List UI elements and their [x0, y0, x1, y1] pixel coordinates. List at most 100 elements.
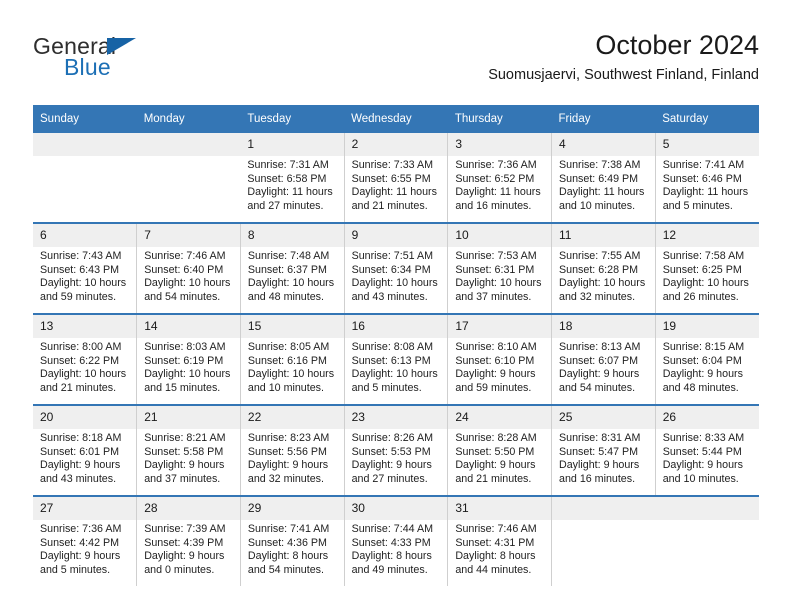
calendar-day-cell[interactable]: 3 Sunrise: 7:36 AM Sunset: 6:52 PM Daylight… — [447, 133, 553, 223]
weekday-header-friday: Friday — [551, 105, 656, 133]
logo-text-blue: Blue — [64, 54, 111, 80]
day-sun-info: Sunrise: 7:36 AM Sunset: 6:52 PM Daylight:… — [448, 156, 551, 213]
daylight-text: Daylight: 10 hours and 10 minutes. — [247, 368, 335, 394]
sunrise-text: Sunrise: 7:53 AM — [455, 250, 537, 262]
daylight-text: Daylight: 10 hours and 15 minutes. — [144, 368, 231, 394]
day-sun-info: Sunrise: 8:28 AM Sunset: 5:50 PM Daylight:… — [448, 429, 551, 486]
calendar-day-cell[interactable]: 18 Sunrise: 8:13 AM Sunset: 6:07 PM Dayligh… — [551, 313, 656, 405]
day-number: 5 — [655, 133, 759, 156]
calendar-day-cell[interactable]: 9 Sunrise: 7:51 AM Sunset: 6:34 PM Daylight… — [344, 222, 449, 314]
day-sun-info: Sunrise: 8:10 AM Sunset: 6:10 PM Daylight:… — [448, 338, 551, 395]
day-sun-info: Sunrise: 8:33 AM Sunset: 5:44 PM Daylight:… — [656, 429, 759, 486]
day-number: 21 — [137, 406, 240, 429]
calendar-day-cell[interactable]: 5 Sunrise: 7:41 AM Sunset: 6:46 PM Daylight… — [655, 133, 759, 223]
day-sun-info: Sunrise: 8:05 AM Sunset: 6:16 PM Daylight:… — [241, 338, 344, 395]
calendar-day-cell[interactable]: 25 Sunrise: 8:31 AM Sunset: 5:47 PM Dayligh… — [551, 404, 656, 496]
day-number: 18 — [552, 315, 655, 338]
calendar-day-cell[interactable]: 13 Sunrise: 8:00 AM Sunset: 6:22 PM Dayligh… — [33, 313, 138, 405]
day-sun-info: Sunrise: 8:23 AM Sunset: 5:56 PM Daylight:… — [241, 429, 344, 486]
weekday-header-wednesday: Wednesday — [344, 105, 448, 133]
day-number: 10 — [448, 224, 552, 247]
calendar-day-cell-empty — [551, 495, 656, 586]
calendar-day-cell[interactable]: 27 Sunrise: 7:36 AM Sunset: 4:42 PM Dayligh… — [33, 495, 138, 586]
sunrise-text: Sunrise: 8:26 AM — [351, 432, 433, 444]
calendar-day-cell[interactable]: 31 Sunrise: 7:46 AM Sunset: 4:31 PM Dayligh… — [447, 495, 553, 586]
sunrise-text: Sunrise: 8:23 AM — [247, 432, 330, 444]
calendar-page: General Blue October 2024 Suomusjaervi, … — [0, 0, 792, 612]
calendar-day-cell[interactable]: 10 Sunrise: 7:53 AM Sunset: 6:31 PM Dayligh… — [447, 222, 553, 314]
calendar-day-cell[interactable]: 19 Sunrise: 8:15 AM Sunset: 6:04 PM Dayligh… — [655, 313, 759, 405]
daylight-text: Daylight: 9 hours and 27 minutes. — [351, 459, 432, 485]
sunset-text: Sunset: 6:16 PM — [247, 354, 327, 367]
day-sun-info: Sunrise: 7:53 AM Sunset: 6:31 PM Daylight:… — [448, 247, 551, 304]
calendar-day-cell[interactable]: 26 Sunrise: 8:33 AM Sunset: 5:44 PM Dayligh… — [655, 404, 759, 496]
general-blue-logo[interactable]: General Blue — [33, 33, 233, 89]
sunset-text: Sunset: 6:49 PM — [559, 172, 639, 185]
day-number: 6 — [33, 224, 137, 247]
sunrise-text: Sunrise: 7:51 AM — [351, 250, 433, 262]
calendar-day-cell[interactable]: 7 Sunrise: 7:46 AM Sunset: 6:40 PM Daylight… — [136, 222, 241, 314]
logo-triangle-icon — [107, 38, 136, 55]
daylight-text: Daylight: 9 hours and 5 minutes. — [40, 550, 121, 576]
sunset-text: Sunset: 6:07 PM — [559, 354, 639, 367]
calendar-week-row: 20 Sunrise: 8:18 AM Sunset: 6:01 PM Dayligh… — [33, 404, 759, 496]
sunrise-text: Sunrise: 8:21 AM — [144, 432, 226, 444]
calendar-day-cell[interactable]: 17 Sunrise: 8:10 AM Sunset: 6:10 PM Dayligh… — [447, 313, 553, 405]
sunset-text: Sunset: 6:25 PM — [662, 263, 742, 276]
day-sun-info: Sunrise: 7:58 AM Sunset: 6:25 PM Daylight:… — [656, 247, 759, 304]
day-number — [33, 133, 137, 156]
day-sun-info: Sunrise: 8:31 AM Sunset: 5:47 PM Daylight:… — [552, 429, 655, 486]
calendar-day-cell-empty — [655, 495, 759, 586]
daylight-text: Daylight: 10 hours and 43 minutes. — [351, 277, 438, 303]
daylight-text: Daylight: 11 hours and 5 minutes. — [662, 186, 749, 212]
calendar-day-cell[interactable]: 12 Sunrise: 7:58 AM Sunset: 6:25 PM Dayligh… — [655, 222, 759, 314]
daylight-text: Daylight: 10 hours and 32 minutes. — [559, 277, 646, 303]
calendar-day-cell[interactable]: 4 Sunrise: 7:38 AM Sunset: 6:49 PM Daylight… — [551, 133, 656, 223]
day-number: 12 — [655, 224, 759, 247]
calendar-day-cell[interactable]: 6 Sunrise: 7:43 AM Sunset: 6:43 PM Daylight… — [33, 222, 138, 314]
calendar-day-cell[interactable]: 28 Sunrise: 7:39 AM Sunset: 4:39 PM Dayligh… — [136, 495, 241, 586]
calendar-day-cell[interactable]: 22 Sunrise: 8:23 AM Sunset: 5:56 PM Dayligh… — [240, 404, 345, 496]
sunset-text: Sunset: 6:55 PM — [351, 172, 431, 185]
sunset-text: Sunset: 6:22 PM — [40, 354, 120, 367]
calendar-day-cell[interactable]: 2 Sunrise: 7:33 AM Sunset: 6:55 PM Daylight… — [344, 133, 449, 223]
sunset-text: Sunset: 6:01 PM — [40, 445, 120, 458]
sunrise-sunset-calendar-table: Sunday Monday Tuesday Wednesday Thursday… — [33, 105, 759, 586]
calendar-day-cell[interactable]: 15 Sunrise: 8:05 AM Sunset: 6:16 PM Dayligh… — [240, 313, 345, 405]
daylight-text: Daylight: 9 hours and 32 minutes. — [247, 459, 329, 485]
day-sun-info: Sunrise: 8:13 AM Sunset: 6:07 PM Daylight:… — [552, 338, 655, 395]
page-header: General Blue October 2024 Suomusjaervi, … — [33, 28, 759, 96]
daylight-text: Daylight: 11 hours and 16 minutes. — [455, 186, 541, 212]
sunrise-text: Sunrise: 7:31 AM — [247, 159, 329, 171]
calendar-day-cell[interactable]: 24 Sunrise: 8:28 AM Sunset: 5:50 PM Dayligh… — [447, 404, 553, 496]
day-number: 27 — [33, 497, 137, 520]
calendar-day-cell[interactable]: 11 Sunrise: 7:55 AM Sunset: 6:28 PM Dayligh… — [551, 222, 656, 314]
sunset-text: Sunset: 4:39 PM — [144, 536, 224, 549]
calendar-day-cell[interactable]: 30 Sunrise: 7:44 AM Sunset: 4:33 PM Dayligh… — [344, 495, 449, 586]
calendar-day-cell[interactable]: 14 Sunrise: 8:03 AM Sunset: 6:19 PM Dayligh… — [136, 313, 241, 405]
page-subtitle: Suomusjaervi, Southwest Finland, Finland — [488, 67, 759, 83]
sunrise-text: Sunrise: 8:18 AM — [40, 432, 122, 444]
sunset-text: Sunset: 6:28 PM — [559, 263, 639, 276]
sunrise-text: Sunrise: 7:41 AM — [247, 523, 330, 535]
day-sun-info: Sunrise: 7:39 AM Sunset: 4:39 PM Daylight:… — [137, 520, 240, 577]
calendar-week-row: 6 Sunrise: 7:43 AM Sunset: 6:43 PM Daylight… — [33, 222, 759, 314]
calendar-day-cell[interactable]: 29 Sunrise: 7:41 AM Sunset: 4:36 PM Dayligh… — [240, 495, 345, 586]
day-sun-info: Sunrise: 7:31 AM Sunset: 6:58 PM Daylight:… — [240, 156, 343, 213]
day-number: 30 — [344, 497, 448, 520]
calendar-day-cell[interactable]: 1 Sunrise: 7:31 AM Sunset: 6:58 PM Daylight… — [240, 133, 345, 223]
calendar-day-cell[interactable]: 23 Sunrise: 8:26 AM Sunset: 5:53 PM Dayligh… — [344, 404, 449, 496]
daylight-text: Daylight: 9 hours and 16 minutes. — [559, 459, 640, 485]
day-sun-info: Sunrise: 7:46 AM Sunset: 4:31 PM Daylight:… — [448, 520, 551, 577]
day-sun-info: Sunrise: 7:41 AM Sunset: 4:36 PM Daylight:… — [241, 520, 344, 577]
calendar-day-cell[interactable]: 21 Sunrise: 8:21 AM Sunset: 5:58 PM Dayligh… — [136, 404, 241, 496]
sunrise-text: Sunrise: 7:46 AM — [455, 523, 537, 535]
daylight-text: Daylight: 9 hours and 21 minutes. — [455, 459, 536, 485]
daylight-text: Daylight: 11 hours and 27 minutes. — [247, 186, 333, 212]
calendar-day-cell[interactable]: 16 Sunrise: 8:08 AM Sunset: 6:13 PM Dayligh… — [344, 313, 449, 405]
calendar-day-cell[interactable]: 8 Sunrise: 7:48 AM Sunset: 6:37 PM Daylight… — [240, 222, 345, 314]
day-sun-info: Sunrise: 7:46 AM Sunset: 6:40 PM Daylight:… — [137, 247, 240, 304]
calendar-body: 1 Sunrise: 7:31 AM Sunset: 6:58 PM Daylight… — [33, 133, 759, 586]
day-number: 23 — [344, 406, 448, 429]
calendar-day-cell[interactable]: 20 Sunrise: 8:18 AM Sunset: 6:01 PM Dayligh… — [33, 404, 138, 496]
